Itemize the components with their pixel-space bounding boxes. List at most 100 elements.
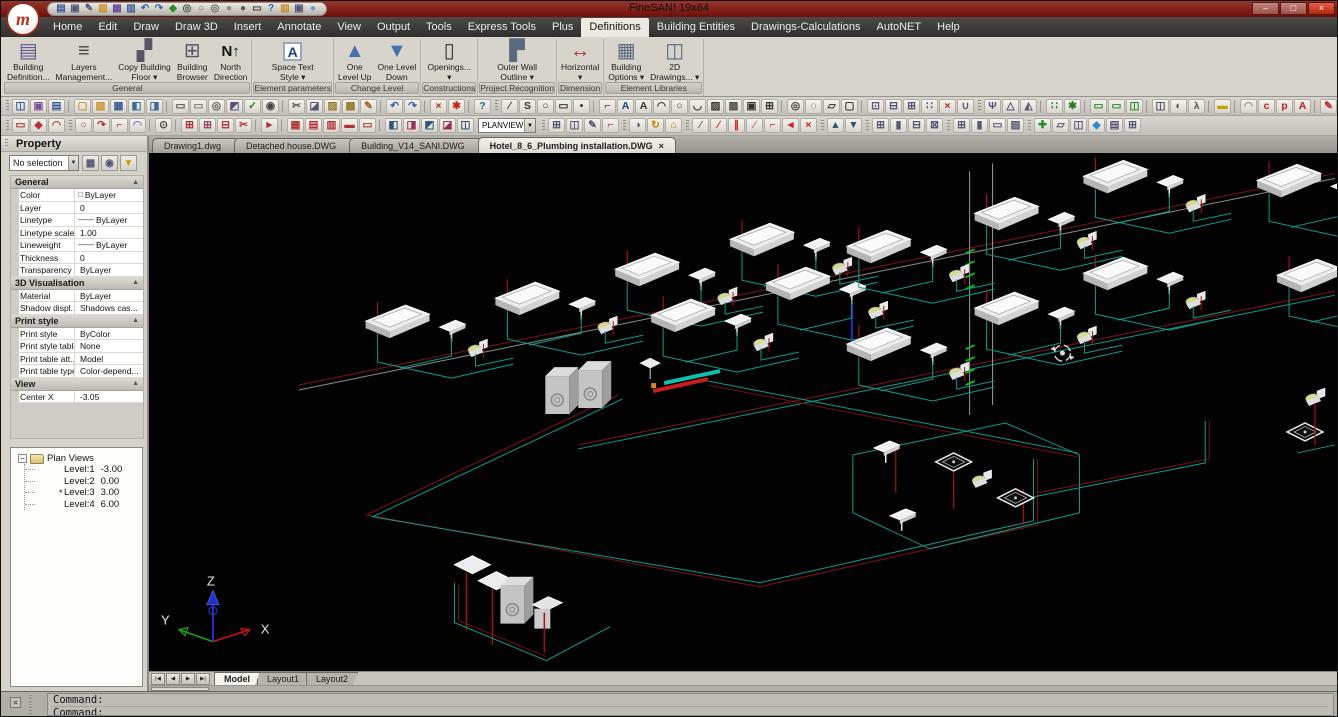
table-icon[interactable]: ⊞ xyxy=(761,98,778,114)
undo-icon[interactable]: ↶ xyxy=(386,98,403,114)
layout2-tab[interactable]: Layout2 xyxy=(306,672,358,685)
text-icon[interactable]: A xyxy=(635,98,652,114)
layout-rect-icon[interactable]: ▭ xyxy=(989,118,1006,133)
pipe-gray-icon[interactable]: ∕ xyxy=(692,118,709,133)
open-icon[interactable]: ▧ xyxy=(92,98,109,114)
room-tool-5-icon[interactable]: ▭ xyxy=(359,118,376,133)
delete-duplicates-icon[interactable]: ✱ xyxy=(448,98,465,114)
menu-insert[interactable]: Insert xyxy=(226,18,270,37)
orbit-icon[interactable]: ◑ xyxy=(629,118,646,133)
paste-icon[interactable]: ▨ xyxy=(324,98,341,114)
explode-icon[interactable]: × xyxy=(939,98,956,114)
horizontal-dimension-button[interactable]: ↔ Horizontal ▾ xyxy=(558,39,602,82)
wedge-icon[interactable]: ◠ xyxy=(1240,98,1257,114)
room-tool-1-icon[interactable]: ▦ xyxy=(287,118,304,133)
help-icon[interactable]: ? xyxy=(265,4,277,14)
spell-check-icon[interactable]: ✓ xyxy=(244,98,261,114)
paste-special-icon[interactable]: ▩ xyxy=(342,98,359,114)
undo-icon[interactable]: ↶ xyxy=(139,4,151,14)
chevron-down-icon[interactable]: ▼ xyxy=(524,119,535,132)
collapse-icon[interactable]: ▲ xyxy=(132,179,139,186)
folder-icon[interactable]: ▧ xyxy=(279,4,291,14)
property-row[interactable]: Center X -3.05 xyxy=(11,390,143,403)
paint-walls-icon[interactable]: ◆ xyxy=(30,118,47,133)
redo-icon[interactable]: ↷ xyxy=(404,98,421,114)
menu-plus[interactable]: Plus xyxy=(544,18,581,37)
pipe-red-icon[interactable]: ∕ xyxy=(710,118,727,133)
collapse-icon[interactable]: ▲ xyxy=(132,380,139,387)
layout-grid-icon[interactable]: ⊞ xyxy=(953,118,970,133)
plan-views-root[interactable]: − Plan Views xyxy=(13,453,140,464)
property-row[interactable]: Material ByLayer xyxy=(11,289,143,302)
filter-icon[interactable]: ▼ xyxy=(120,155,137,171)
boundary-icon[interactable]: ▢ xyxy=(841,98,858,114)
plot-icon[interactable]: ▭ xyxy=(172,98,189,114)
gem-icon[interactable]: ◆ xyxy=(1088,118,1105,133)
select-objects-icon[interactable]: ▦ xyxy=(82,155,99,171)
selection-dropdown[interactable]: No selection ▼ xyxy=(9,155,79,171)
level-tool-1-icon[interactable]: ◧ xyxy=(385,118,402,133)
pipe-tap-icon[interactable]: ⌐ xyxy=(111,118,128,133)
layout1-tab[interactable]: Layout1 xyxy=(257,672,309,685)
menu-edit[interactable]: Edit xyxy=(90,18,125,37)
point-icon[interactable]: • xyxy=(573,98,590,114)
user-icon[interactable]: ● xyxy=(307,4,319,14)
sheet-icon[interactable]: ◫ xyxy=(1152,98,1169,114)
one-level-up-button[interactable]: ▲ One Level Up xyxy=(335,39,375,82)
property-row[interactable]: Print table type Color-depend... xyxy=(11,365,143,378)
drawing-canvas[interactable]: X Y Z xyxy=(149,153,1337,671)
menu-building-entities[interactable]: Building Entities xyxy=(649,18,743,37)
viewport-grid-icon[interactable]: ⊞ xyxy=(872,118,889,133)
qnew-icon[interactable]: ▤ xyxy=(55,4,67,14)
viewport-two-icon[interactable]: ▭ xyxy=(1108,98,1125,114)
tree-level-2[interactable]: Level:2 0.00 xyxy=(25,476,140,488)
property-row[interactable]: Shadow displ... Shadows cas... xyxy=(11,302,143,315)
view-cart-icon[interactable]: ⌐ xyxy=(602,118,619,133)
big-arc-icon[interactable]: ◠ xyxy=(129,118,146,133)
sphere-render-icon[interactable]: ● xyxy=(237,4,249,14)
tab-detached-house[interactable]: Detached house.DWG xyxy=(234,138,355,153)
stack-icon[interactable]: ◫ xyxy=(1070,118,1087,133)
section-header-print-style[interactable]: Print style ▲ xyxy=(11,314,143,328)
tab-building-v14-sani[interactable]: Building_V14_SANI.DWG xyxy=(349,138,483,153)
attach-icon[interactable]: ✚ xyxy=(1034,118,1051,133)
layers-management-button[interactable]: ≡ Layers Management... xyxy=(53,39,116,82)
level-tool-4-icon[interactable]: ◪ xyxy=(439,118,456,133)
menu-autonet[interactable]: AutoNET xyxy=(868,18,929,37)
command-grip[interactable] xyxy=(29,695,32,714)
section-header-3d-visualisation[interactable]: 3D Visualisation ▲ xyxy=(11,276,143,290)
space-text-style-button[interactable]: A Space Text Style ▾ xyxy=(269,39,317,82)
curve-pipe-icon[interactable]: ↷ xyxy=(93,118,110,133)
view-edit-icon[interactable]: ✎ xyxy=(584,118,601,133)
cut-icon[interactable]: ✂ xyxy=(288,98,305,114)
wipeout-icon[interactable]: ▱ xyxy=(823,98,840,114)
edit-drawing-icon[interactable]: ✎ xyxy=(83,4,95,14)
make-block-icon[interactable]: ⊡ xyxy=(867,98,884,114)
levels-list-icon[interactable]: ▤ xyxy=(1106,118,1123,133)
outer-wall-outline-button[interactable]: ▛ Outer Wall Outline ▾ xyxy=(494,39,540,82)
wblock-icon[interactable]: ◫ xyxy=(12,98,29,114)
menu-definitions[interactable]: Definitions xyxy=(581,18,649,37)
tree-level-1[interactable]: Level:1 -3.00 xyxy=(25,464,140,476)
level-up-icon[interactable]: ▲ xyxy=(827,118,844,133)
property-row[interactable]: Linetype scale 1.00 xyxy=(11,226,143,239)
pick-arrow-icon[interactable]: ► xyxy=(261,118,278,133)
view-selector[interactable]: PLANVIEW ▼ xyxy=(478,118,536,133)
new-from-template-icon[interactable]: ▤ xyxy=(48,98,65,114)
minimize-button[interactable]: – xyxy=(1252,2,1279,15)
erase-icon[interactable]: × xyxy=(430,98,447,114)
collapse-icon[interactable]: ▲ xyxy=(132,317,139,324)
print-icon[interactable]: ▭ xyxy=(251,4,263,14)
trim-red-icon[interactable]: ✂ xyxy=(235,118,252,133)
command-prompt[interactable]: Command: xyxy=(53,706,1328,715)
chevron-down-icon[interactable]: ▼ xyxy=(68,156,78,170)
menu-annotate[interactable]: Annotate xyxy=(269,18,329,37)
spin-icon[interactable]: ↻ xyxy=(647,118,664,133)
copy-building-floor-button[interactable]: ▞ Copy Building Floor ▾ xyxy=(115,39,173,82)
find-icon[interactable]: ◉ xyxy=(262,98,279,114)
room-tool-3-icon[interactable]: ▥ xyxy=(323,118,340,133)
circle-icon[interactable]: ○ xyxy=(537,98,554,114)
pipe-thin-icon[interactable]: ∕ xyxy=(746,118,763,133)
match-properties-icon[interactable]: ✎ xyxy=(360,98,377,114)
menu-tools[interactable]: Tools xyxy=(418,18,460,37)
